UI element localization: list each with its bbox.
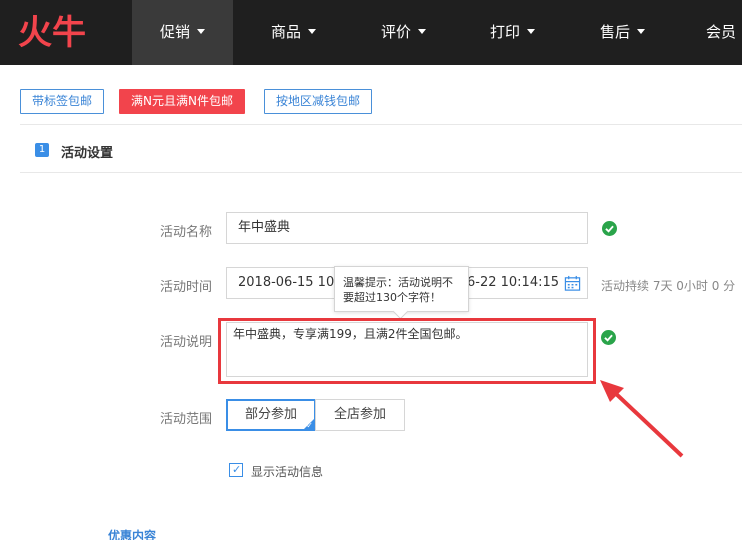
calendar-icon[interactable] [564, 275, 581, 292]
nav-item-aftersales[interactable]: 售后 [572, 0, 673, 65]
divider [20, 172, 742, 173]
description-label: 活动说明 [160, 335, 213, 350]
activity-duration: 活动持续 7天 0小时 0 分 [601, 279, 736, 293]
chevron-down-icon [637, 29, 645, 34]
chevron-down-icon [418, 29, 426, 34]
check-icon: ✓ [306, 421, 313, 430]
check-circle-icon [601, 330, 616, 345]
logo[interactable]: 火牛 [16, 9, 96, 53]
nav-item-reviews[interactable]: 评价 [353, 0, 454, 65]
scope-label: 活动范围 [160, 412, 213, 427]
chevron-down-icon [197, 29, 205, 34]
nav-item-members[interactable]: 会员 [700, 0, 742, 65]
activity-time-label: 活动时间 [160, 280, 213, 295]
chevron-down-icon [308, 29, 316, 34]
discount-content-link[interactable]: 优惠内容 [108, 527, 156, 540]
start-time-value: 2018-06-15 10:1 [238, 275, 347, 290]
end-time-value: 6-22 10:14:15 [467, 275, 560, 290]
tab-tag-free-shipping[interactable]: 带标签包邮 [20, 89, 105, 114]
activity-name-label: 活动名称 [160, 225, 213, 240]
section-title: 活动设置 [61, 146, 114, 161]
nav-item-products[interactable]: 商品 [243, 0, 344, 65]
annotation-arrow-icon [600, 380, 684, 458]
check-circle-icon [602, 221, 617, 236]
nav-item-label: 售后 [599, 23, 630, 41]
nav-item-label: 评价 [380, 23, 411, 41]
nav-item-promotion[interactable]: 促销 [132, 0, 233, 65]
scope-option-partial[interactable]: 部分参加 ✓ [226, 399, 316, 431]
annotation-highlight-box [218, 318, 596, 384]
tab-amount-quantity-free-shipping[interactable]: 满N元且满N件包邮 [119, 89, 245, 114]
nav-item-label: 促销 [159, 23, 190, 41]
nav-item-print[interactable]: 打印 [462, 0, 563, 65]
chevron-down-icon [527, 29, 535, 34]
logo-text: 火牛 [18, 13, 86, 53]
check-icon: ✓ [232, 463, 242, 476]
nav-item-label: 商品 [270, 23, 301, 41]
top-nav: 火牛 促销 商品 评价 打印 售后 会员 [0, 0, 742, 65]
tab-region-discount-shipping[interactable]: 按地区减钱包邮 [264, 89, 373, 114]
nav-item-label: 打印 [489, 23, 520, 41]
show-info-checkbox[interactable]: ✓ [229, 463, 243, 477]
activity-name-input[interactable]: 年中盛典 [226, 212, 588, 244]
divider [20, 124, 742, 125]
scope-option-label: 部分参加 [244, 407, 297, 422]
tooltip: 温馨提示：活动说明不要超过130个字符！ [334, 266, 469, 312]
scope-option-all[interactable]: 全店参加 [315, 399, 405, 431]
section-number-badge: 1 [35, 143, 49, 157]
nav-item-label: 会员 [705, 23, 736, 41]
show-info-label: 显示活动信息 [251, 465, 324, 479]
